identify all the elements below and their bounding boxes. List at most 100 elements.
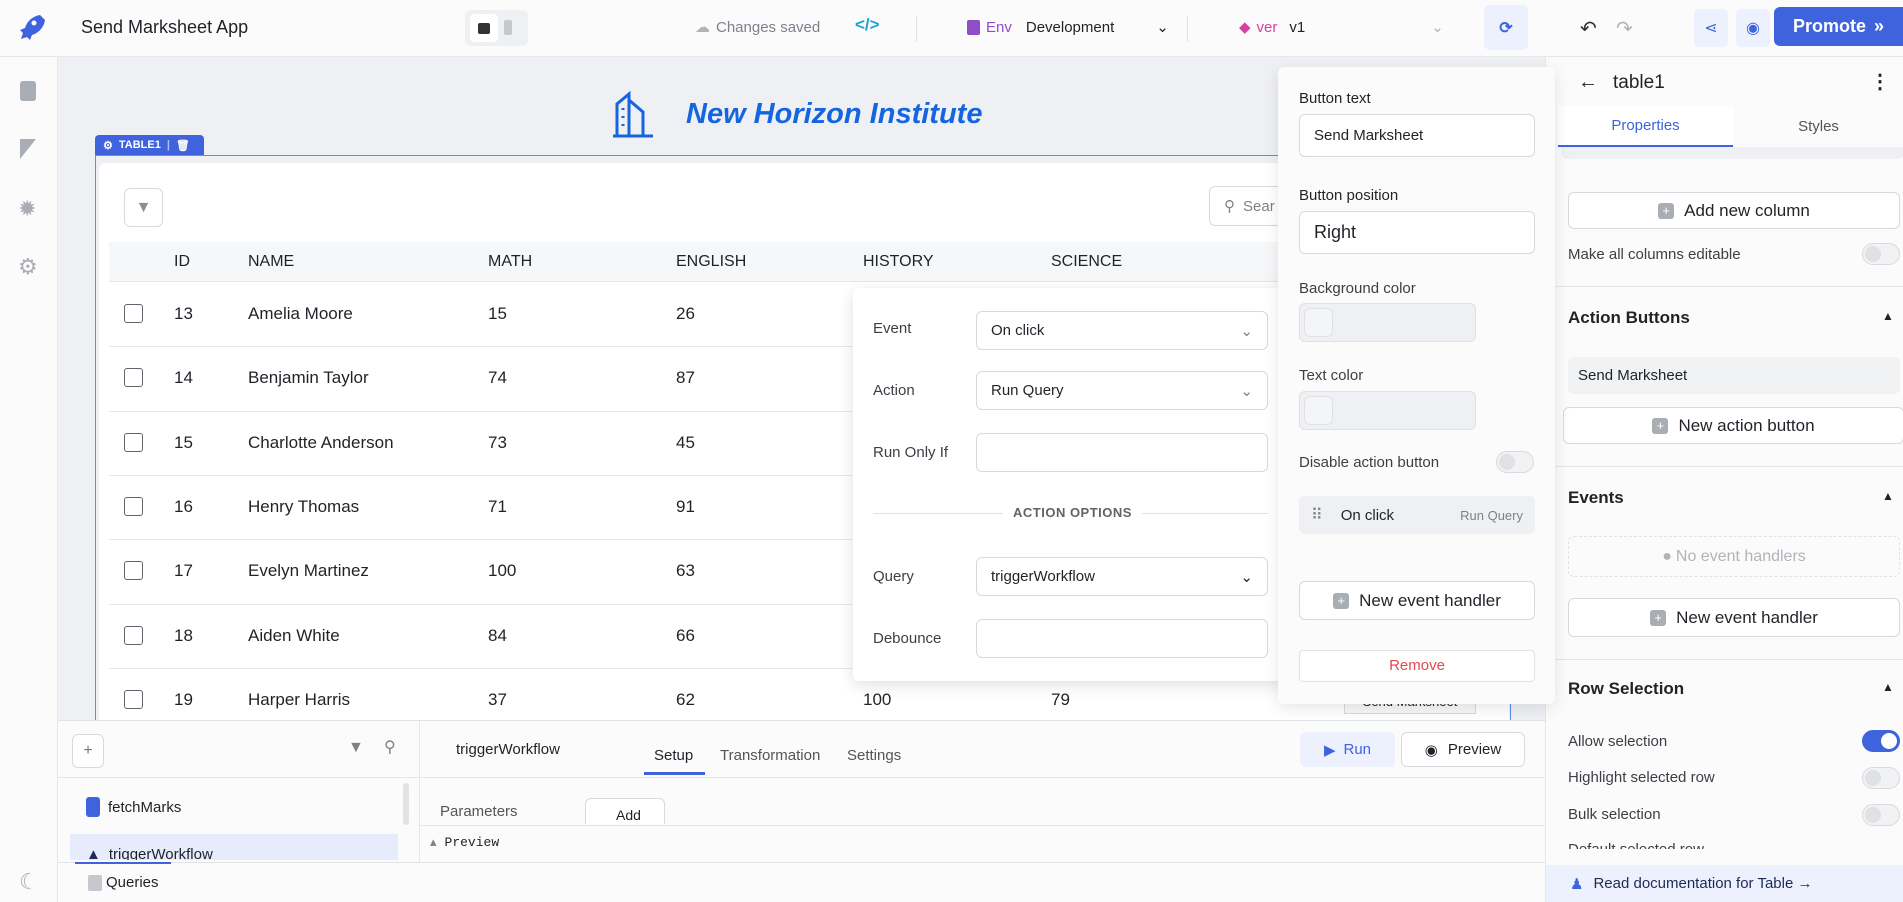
run-button[interactable]: ▶ Run <box>1300 732 1395 767</box>
scrollbar[interactable] <box>403 783 409 825</box>
rocket-logo-icon[interactable] <box>14 12 46 44</box>
gear-icon: ⚙ <box>103 139 113 152</box>
query-item[interactable]: fetchMarks <box>86 797 181 817</box>
row-checkbox[interactable] <box>124 625 143 645</box>
query-select[interactable]: triggerWorkflow ⌄ <box>976 557 1268 596</box>
search-icon[interactable]: ⚲ <box>384 737 396 757</box>
env-selector[interactable]: Env Development ⌄ <box>967 18 1169 36</box>
column-header[interactable]: ID <box>174 253 190 271</box>
column-header[interactable]: MATH <box>488 253 532 271</box>
row-checkbox[interactable] <box>124 561 143 581</box>
plus-icon: + <box>1650 609 1667 626</box>
settings-icon[interactable]: ⚙ <box>18 254 38 280</box>
collapse-icon[interactable]: ▲ <box>1882 680 1894 694</box>
event-handler-item[interactable]: ⠿ On click Run Query <box>1299 496 1535 534</box>
column-header[interactable]: NAME <box>248 253 294 271</box>
chevron-down-icon: ⌄ <box>1431 19 1444 36</box>
row-checkbox[interactable] <box>124 304 143 323</box>
table-cell: 71 <box>488 496 507 516</box>
inspector-panel: ← table1 ⋮ Properties Styles + Add new co… <box>1545 57 1903 902</box>
collapse-icon[interactable]: ▲ <box>1882 489 1894 503</box>
table-cell: Evelyn Martinez <box>248 561 369 581</box>
debounce-label: Debounce <box>873 630 942 647</box>
redo-icon[interactable]: ↷ <box>1616 16 1633 41</box>
tab-properties[interactable]: Properties <box>1558 106 1733 147</box>
filter-icon: ▼ <box>135 198 152 216</box>
action-buttons-heading: Action Buttons <box>1568 308 1690 327</box>
add-column-button[interactable]: + Add new column <box>1568 192 1900 229</box>
back-arrow-icon[interactable]: ← <box>1578 71 1598 94</box>
add-parameter-button[interactable]: Add <box>585 798 665 824</box>
new-event-handler-button[interactable]: + New event handler <box>1568 598 1900 637</box>
tab-settings[interactable]: Settings <box>847 747 901 764</box>
save-status: ☁ Changes saved <box>695 18 821 37</box>
moon-icon[interactable]: ☾ <box>19 869 39 895</box>
column-header[interactable]: HISTORY <box>863 253 934 271</box>
drag-handle-icon[interactable]: ⠿ <box>1311 505 1323 525</box>
add-query-button[interactable]: + <box>72 734 104 768</box>
button-text-input[interactable]: Send Marksheet <box>1299 114 1535 157</box>
queries-tab[interactable]: Queries <box>88 874 159 891</box>
run-only-if-input[interactable] <box>976 433 1268 472</box>
new-action-button[interactable]: + New action button <box>1563 407 1903 444</box>
table-cell: 74 <box>488 368 507 388</box>
env-icon <box>967 19 980 35</box>
highlight-row-toggle[interactable] <box>1862 767 1900 789</box>
button-position-select[interactable]: Right <box>1299 211 1535 254</box>
preview-section-toggle[interactable]: ▴ Preview <box>430 835 499 850</box>
action-button-item[interactable]: Send Marksheet <box>1568 357 1900 394</box>
chevrons-right-icon: » <box>1874 16 1885 36</box>
desktop-icon[interactable] <box>470 14 498 42</box>
bg-color-picker[interactable] <box>1299 303 1476 342</box>
mobile-icon[interactable] <box>504 20 512 35</box>
filter-button[interactable]: ▼ <box>124 188 163 227</box>
table-cell: 66 <box>676 625 695 645</box>
tab-setup[interactable]: Setup <box>654 747 693 764</box>
column-header[interactable]: ENGLISH <box>676 253 746 271</box>
table-cell: 19 <box>174 689 193 709</box>
debounce-input[interactable] <box>976 619 1268 658</box>
column-header[interactable]: SCIENCE <box>1051 253 1122 271</box>
docs-link[interactable]: ♟ Read documentation for Table → <box>1546 865 1903 902</box>
table-cell: Harper Harris <box>248 689 351 709</box>
kebab-menu-icon[interactable]: ⋮ <box>1870 69 1890 94</box>
allow-selection-label: Allow selection <box>1568 733 1668 750</box>
make-editable-toggle[interactable] <box>1862 243 1900 265</box>
allow-selection-toggle[interactable] <box>1862 730 1900 752</box>
comments-icon[interactable] <box>20 139 36 159</box>
trash-icon[interactable]: 🗑 <box>176 139 190 152</box>
text-color-picker[interactable] <box>1299 391 1476 430</box>
tab-styles[interactable]: Styles <box>1733 106 1903 147</box>
row-checkbox[interactable] <box>124 689 143 709</box>
refresh-button[interactable]: ⟳ <box>1484 5 1528 50</box>
undo-icon[interactable]: ↶ <box>1580 16 1597 41</box>
version-selector[interactable]: ◆ ver v1 ⌄ <box>1239 18 1444 37</box>
debugger-icon[interactable]: ✹ <box>18 196 36 222</box>
action-select[interactable]: Run Query ⌄ <box>976 371 1268 410</box>
table-cell: 37 <box>488 689 507 709</box>
event-select[interactable]: On click ⌄ <box>976 311 1268 350</box>
tab-underline <box>644 772 705 775</box>
promote-button[interactable]: Promote» <box>1774 7 1903 46</box>
filter-icon[interactable]: ▼ <box>348 739 364 757</box>
row-checkbox[interactable] <box>124 432 143 452</box>
parameters-label: Parameters <box>440 803 518 820</box>
query-item-active[interactable]: ▲ triggerWorkflow <box>70 834 398 860</box>
component-tag[interactable]: ⚙ TABLE1 | 🗑 <box>95 135 204 155</box>
new-event-handler-button[interactable]: + New event handler <box>1299 581 1535 620</box>
preview-button[interactable]: ◉ Preview <box>1401 732 1525 767</box>
collapse-icon[interactable]: ▲ <box>1882 309 1894 323</box>
table-cell: Henry Thomas <box>248 496 360 516</box>
table-cell: 62 <box>676 689 695 709</box>
bulk-selection-toggle[interactable] <box>1862 804 1900 826</box>
row-checkbox[interactable] <box>124 368 143 388</box>
share-button[interactable]: ⋖ <box>1694 9 1728 47</box>
preview-app-button[interactable]: ◉ <box>1736 9 1770 47</box>
disable-toggle[interactable] <box>1496 451 1534 473</box>
code-icon[interactable]: </> <box>855 15 880 35</box>
sync-icon: ⟳ <box>1499 19 1513 37</box>
tab-transformation[interactable]: Transformation <box>720 747 820 764</box>
pages-icon[interactable] <box>20 81 36 101</box>
remove-button[interactable]: Remove <box>1299 650 1535 682</box>
row-checkbox[interactable] <box>124 496 143 516</box>
